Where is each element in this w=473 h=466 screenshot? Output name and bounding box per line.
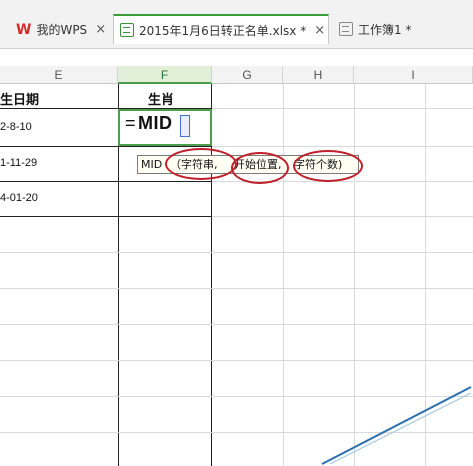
grid-line bbox=[212, 146, 473, 147]
close-icon[interactable]: × bbox=[95, 22, 106, 37]
tab-active-file-label: 2015年1月6日转正名单.xlsx * bbox=[139, 23, 307, 38]
grid-line bbox=[283, 84, 284, 466]
grid-line bbox=[212, 108, 473, 109]
column-header-g[interactable]: G bbox=[212, 66, 283, 84]
spreadsheet-icon bbox=[120, 23, 134, 37]
grid-line bbox=[212, 181, 473, 182]
tab-my-wps[interactable]: W 我的WPS × bbox=[0, 14, 112, 44]
cell-f-header[interactable]: 生肖 bbox=[148, 89, 174, 108]
function-tooltip: MID （字符串, 开始位置, 字符个数) bbox=[137, 155, 359, 174]
cell-e-row3[interactable]: 4-01-20 bbox=[0, 192, 38, 204]
text-cursor bbox=[180, 115, 190, 137]
grid-line bbox=[0, 324, 473, 325]
formula-function: MID bbox=[138, 113, 173, 133]
tab-my-wps-label: 我的WPS bbox=[36, 22, 88, 37]
grid-line bbox=[0, 216, 212, 217]
grid-line bbox=[0, 146, 212, 147]
tab-workbook1[interactable]: 工作簿1 * bbox=[331, 14, 471, 44]
tooltip-function: MID bbox=[141, 158, 163, 171]
grid-line bbox=[0, 288, 473, 289]
tab-active-file[interactable]: 2015年1月6日转正名单.xlsx * × bbox=[113, 14, 329, 44]
grid-line bbox=[0, 181, 212, 182]
tooltip-arg-start[interactable]: 开始位置, bbox=[234, 156, 282, 173]
column-header-i[interactable]: I bbox=[354, 66, 473, 84]
cell-e-row2[interactable]: 1-11-29 bbox=[0, 157, 37, 169]
grid-line bbox=[0, 360, 473, 361]
tab-bar: W 我的WPS × 2015年1月6日转正名单.xlsx * × 工作簿1 * bbox=[0, 0, 473, 49]
formula-equals: = bbox=[125, 113, 137, 133]
spreadsheet-icon bbox=[339, 22, 353, 36]
close-icon[interactable]: × bbox=[314, 23, 325, 38]
grid-line bbox=[0, 252, 473, 253]
tooltip-arg-count[interactable]: 字符个数) bbox=[294, 156, 342, 173]
cell-e-row1[interactable]: 2-8-10 bbox=[0, 121, 32, 133]
wps-logo-icon: W bbox=[16, 22, 32, 38]
tooltip-arg-string[interactable]: （字符串, bbox=[170, 156, 218, 173]
column-header-h[interactable]: H bbox=[283, 66, 354, 84]
column-header-f[interactable]: F bbox=[118, 66, 212, 84]
tab-workbook1-label: 工作簿1 * bbox=[358, 22, 412, 37]
column-header-e[interactable]: E bbox=[0, 66, 118, 84]
grid-line bbox=[212, 216, 473, 217]
cell-e-header[interactable]: 生日期 bbox=[0, 89, 39, 108]
formula-text: = MID bbox=[125, 113, 173, 134]
decorative-stroke bbox=[321, 386, 472, 465]
